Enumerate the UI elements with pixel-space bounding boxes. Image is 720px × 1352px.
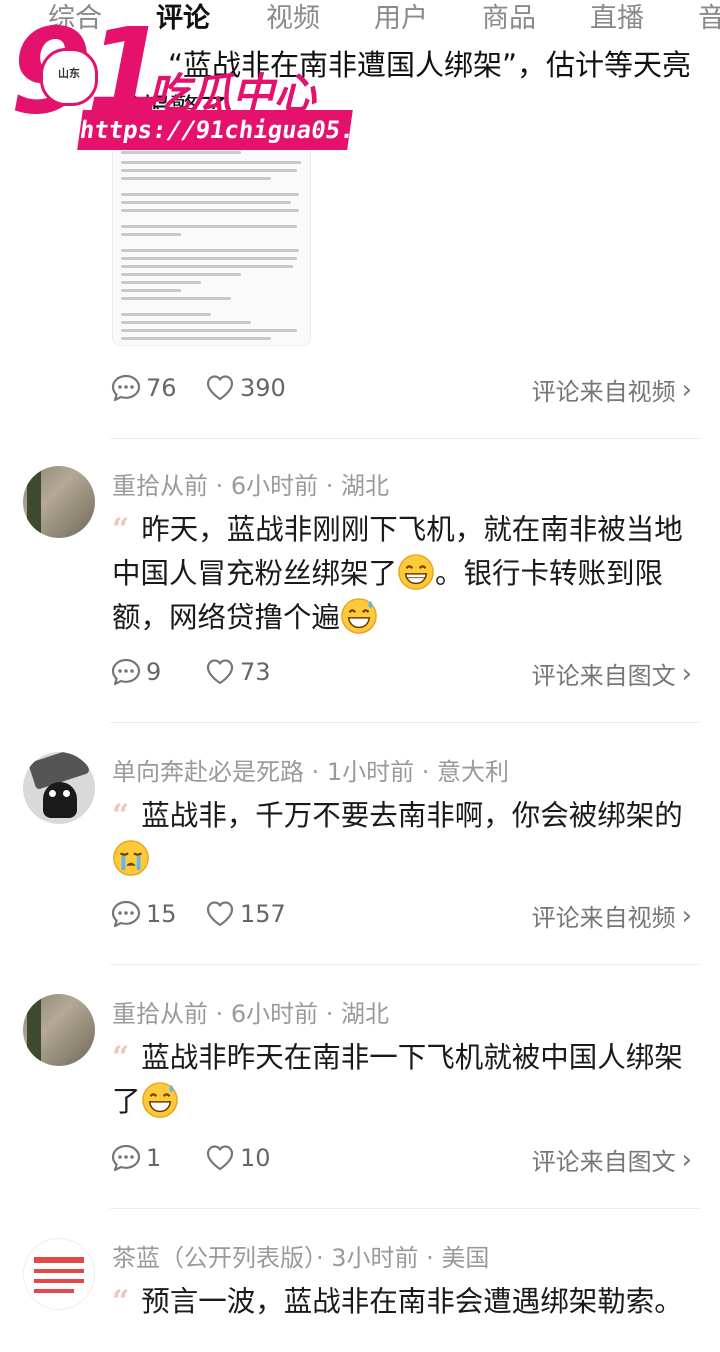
avatar[interactable] (23, 1238, 95, 1310)
comment-text[interactable]: “蓝战非，千万不要去南非啊，你会被绑架的 (112, 794, 692, 882)
avatar[interactable] (23, 466, 95, 538)
like-count[interactable]: 73 (204, 656, 271, 688)
reply-count[interactable]: 1 (110, 1142, 161, 1174)
chevron-right-icon: › (681, 658, 692, 689)
comment-icon (111, 900, 141, 928)
quote-mark-icon: “ (112, 1040, 130, 1075)
comment-text[interactable]: “预言一波，蓝战非在南非会遭遇绑架勒索。 (112, 1280, 692, 1324)
avatar[interactable] (23, 752, 95, 824)
heart-icon (206, 901, 234, 927)
chevron-right-icon: › (681, 374, 692, 405)
source-link[interactable]: 评论来自图文 › (532, 656, 692, 691)
sweat-grin-emoji-icon (141, 1082, 178, 1118)
watermark-url: https://91chigua05.com (77, 110, 400, 150)
divider (110, 438, 700, 439)
first-post-actions: 76 390 评论来自视频 › (110, 372, 700, 412)
heart-icon (206, 375, 234, 401)
comment-meta: 单向奔赴必是死路 · 1小时前 · 意大利 (112, 758, 510, 786)
source-link[interactable]: 评论来自图文 › (532, 1142, 692, 1177)
avatar[interactable] (23, 994, 95, 1066)
watermark-badge: 山东 (40, 48, 98, 106)
comment-text[interactable]: “蓝战非昨天在南非一下飞机就被中国人绑架了 (112, 1036, 692, 1124)
quote-mark-icon: “ (112, 512, 130, 547)
sweat-grin-emoji-icon (341, 598, 377, 634)
quote-mark-icon: “ (112, 798, 130, 833)
source-link[interactable]: 评论来自视频 › (532, 372, 692, 407)
quote-mark-icon: “ (112, 1284, 130, 1319)
divider (110, 722, 700, 723)
tab-live[interactable]: 直播 (590, 0, 644, 35)
heart-icon (206, 659, 234, 685)
comment-actions: 1 10 评论来自图文 › (110, 1142, 700, 1182)
source-link[interactable]: 评论来自视频 › (532, 898, 692, 933)
comment-icon (111, 1144, 141, 1172)
comment-text[interactable]: “昨天，蓝战非刚刚下飞机，就在南非被当地中国人冒充粉丝绑架了 。银行卡转账到限额，… (112, 508, 692, 640)
divider (110, 1208, 700, 1209)
reply-count[interactable]: 9 (110, 656, 161, 688)
heart-icon (206, 1145, 234, 1171)
comment-icon (111, 658, 141, 686)
tab-audio[interactable]: 音 (698, 0, 720, 35)
reply-count[interactable]: 76 (110, 372, 177, 404)
comment-meta: 重拾从前 · 6小时前 · 湖北 (112, 472, 390, 500)
chevron-right-icon: › (681, 900, 692, 931)
divider (110, 964, 700, 965)
tab-products[interactable]: 商品 (482, 0, 536, 35)
comment-meta: 重拾从前 · 6小时前 · 湖北 (112, 1000, 390, 1028)
grin-emoji-icon (398, 554, 434, 590)
comment-icon (111, 374, 141, 402)
crying-emoji-icon (113, 840, 149, 876)
comment-actions: 15 157 评论来自视频 › (110, 898, 700, 938)
reply-count[interactable]: 15 (110, 898, 177, 930)
like-count[interactable]: 157 (204, 898, 286, 930)
comment-meta: 茶蓝（公开列表版）· 3小时前 · 美国 (112, 1244, 490, 1272)
tab-users[interactable]: 用户 (374, 0, 428, 35)
document-thumbnail[interactable] (112, 132, 311, 346)
chevron-right-icon: › (681, 1144, 692, 1175)
watermark-logo: 91 山东 吃瓜中心 https://91chigua05.com (8, 12, 400, 153)
like-count[interactable]: 390 (204, 372, 286, 404)
like-count[interactable]: 10 (204, 1142, 271, 1174)
comment-actions: 9 73 评论来自图文 › (110, 656, 700, 696)
